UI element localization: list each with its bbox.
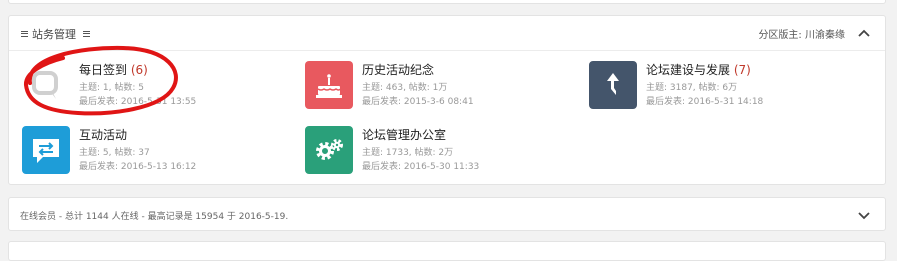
last-post[interactable]: 最后发表: 2015-3-6 08:41: [362, 94, 474, 107]
online-stats: 在线会员 - 总计 1144 人在线 - 最高记录是 15954 于 2016-…: [20, 212, 289, 222]
last-post[interactable]: 最后发表: 2016-5-31 14:18: [646, 94, 763, 107]
last-post[interactable]: 最后发表: 2016-5-13 16:12: [79, 159, 196, 172]
last-post[interactable]: 最后发表: 2016-5-31 13:55: [79, 94, 196, 107]
exchange-icon[interactable]: [22, 126, 70, 174]
forum-name[interactable]: 论坛管理办公室: [362, 126, 446, 143]
forum-category-panel: 站务管理 分区版主: 川渝秦缘 每日签到 (6) 主题: 1, 帖数: 5 最后…: [8, 15, 886, 185]
moderator-name[interactable]: 川渝秦缘: [805, 30, 845, 41]
category-title-text: 站务管理: [32, 28, 76, 41]
forum-title[interactable]: 论坛管理办公室: [362, 128, 446, 142]
forum-stats: 主题: 1, 帖数: 5: [79, 83, 144, 93]
forum-stats: 主题: 463, 帖数: 1万: [362, 83, 448, 93]
gears-icon[interactable]: [305, 126, 353, 174]
today-count: (7): [733, 63, 751, 77]
next-section-edge: [8, 241, 886, 261]
chevron-up-icon[interactable]: [857, 26, 871, 40]
forum-name[interactable]: 论坛建设与发展 (7): [646, 61, 751, 78]
moderator-label: 分区版主:: [758, 30, 802, 41]
menu-icon: [82, 29, 90, 38]
forum-item-admin-office[interactable]: 论坛管理办公室 主题: 1733, 帖数: 2万 最后发表: 2016-5-30…: [305, 124, 575, 178]
speech-bubble-icon[interactable]: [22, 61, 70, 109]
forum-item-daily-checkin[interactable]: 每日签到 (6) 主题: 1, 帖数: 5 最后发表: 2016-5-31 13…: [22, 59, 292, 113]
menu-icon: [21, 29, 28, 38]
forum-title[interactable]: 每日签到: [79, 63, 127, 77]
arrow-up-icon[interactable]: [589, 61, 637, 109]
category-title[interactable]: 站务管理: [21, 26, 94, 42]
forum-name[interactable]: 每日签到 (6): [79, 61, 148, 78]
forum-item-interactive-events[interactable]: 互动活动 主题: 5, 帖数: 37 最后发表: 2016-5-13 16:12: [22, 124, 292, 178]
forum-title[interactable]: 论坛建设与发展: [646, 63, 730, 77]
forum-item-history-events[interactable]: 历史活动纪念 主题: 463, 帖数: 1万 最后发表: 2015-3-6 08…: [305, 59, 575, 113]
forum-item-forum-development[interactable]: 论坛建设与发展 (7) 主题: 3187, 帖数: 6万 最后发表: 2016-…: [589, 59, 869, 113]
online-members-panel: 在线会员 - 总计 1144 人在线 - 最高记录是 15954 于 2016-…: [8, 197, 886, 231]
category-header: 站务管理 分区版主: 川渝秦缘: [9, 16, 885, 51]
forum-stats: 主题: 3187, 帖数: 6万: [646, 83, 738, 93]
previous-section-edge: [8, 0, 886, 4]
forum-stats: 主题: 5, 帖数: 37: [79, 148, 150, 158]
forum-name[interactable]: 历史活动纪念: [362, 61, 434, 78]
moderator-info: 分区版主: 川渝秦缘: [758, 26, 845, 41]
last-post[interactable]: 最后发表: 2016-5-30 11:33: [362, 159, 479, 172]
forum-title[interactable]: 历史活动纪念: [362, 63, 434, 77]
chevron-down-icon[interactable]: [857, 208, 871, 222]
forum-title[interactable]: 互动活动: [79, 128, 127, 142]
today-count: (6): [130, 63, 148, 77]
cake-icon[interactable]: [305, 61, 353, 109]
forum-name[interactable]: 互动活动: [79, 126, 127, 143]
forum-stats: 主题: 1733, 帖数: 2万: [362, 148, 454, 158]
